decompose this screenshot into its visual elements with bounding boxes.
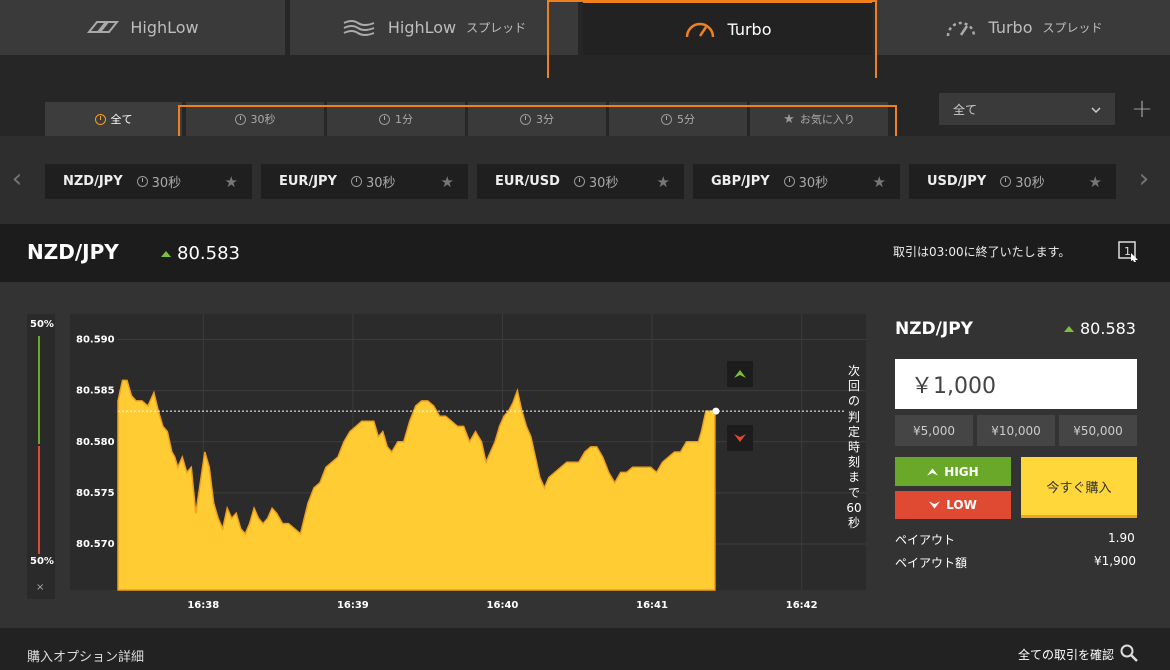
x-tick-label: 16:38 xyxy=(187,600,219,611)
footer: 購入オプション詳細 全ての取引を確認 xyxy=(0,628,1170,670)
x-axis-ticks: 16:38 16:39 16:40 16:41 16:42 xyxy=(187,600,817,611)
indicator-up xyxy=(727,361,753,387)
y-tick-label: 80.580 xyxy=(76,437,115,448)
chevron-down-icon xyxy=(734,434,746,442)
low-label: LOW xyxy=(946,498,977,512)
payout-label: ペイアウト xyxy=(895,533,956,547)
y-tick-label: 80.585 xyxy=(76,386,115,397)
quick-amount-10000[interactable]: ¥10,000 xyxy=(977,415,1055,446)
quick-amount-50000[interactable]: ¥50,000 xyxy=(1059,415,1137,446)
x-tick-label: 16:42 xyxy=(786,600,818,611)
amount-input[interactable]: ￥1,000 xyxy=(895,359,1137,409)
option-details-link[interactable]: 購入オプション詳細 xyxy=(27,646,144,665)
trade-symbol: NZD/JPY xyxy=(895,319,973,339)
quick-amount-5000[interactable]: ¥5,000 xyxy=(895,415,973,446)
chevron-up-icon xyxy=(927,467,939,476)
y-tick-label: 80.590 xyxy=(76,335,115,346)
x-tick-label: 16:39 xyxy=(337,600,369,611)
indicator-down xyxy=(727,425,753,451)
x-tick-label: 16:41 xyxy=(636,600,668,611)
payout-amount-value: ¥1,900 xyxy=(1094,554,1136,568)
payout-amount-label: ペイアウト額 xyxy=(895,556,968,570)
countdown-text: 次回の判定時刻まで60秒 xyxy=(846,364,862,531)
low-button[interactable]: LOW xyxy=(895,491,1011,519)
trade-rate-value: 80.583 xyxy=(1080,319,1136,338)
search-icon[interactable] xyxy=(1120,644,1138,666)
payout-value: 1.90 xyxy=(1108,531,1135,545)
up-arrow-icon xyxy=(1064,325,1074,332)
high-button[interactable]: HIGH xyxy=(895,457,1011,486)
y-tick-label: 80.570 xyxy=(76,539,115,550)
x-tick-label: 16:40 xyxy=(487,600,519,611)
chevron-up-icon xyxy=(734,370,746,378)
all-trades-link[interactable]: 全ての取引を確認 xyxy=(1018,646,1114,663)
price-chart: 80.59080.58580.58080.57580.570 16:38 16:3… xyxy=(70,314,866,611)
y-tick-label: 80.575 xyxy=(76,488,115,499)
buy-now-button[interactable]: 今すぐ購入 xyxy=(1021,457,1137,518)
trade-rate: 80.583 xyxy=(1064,319,1136,338)
chevron-down-icon xyxy=(929,501,941,509)
current-price-dot xyxy=(712,407,720,415)
high-label: HIGH xyxy=(944,464,979,479)
